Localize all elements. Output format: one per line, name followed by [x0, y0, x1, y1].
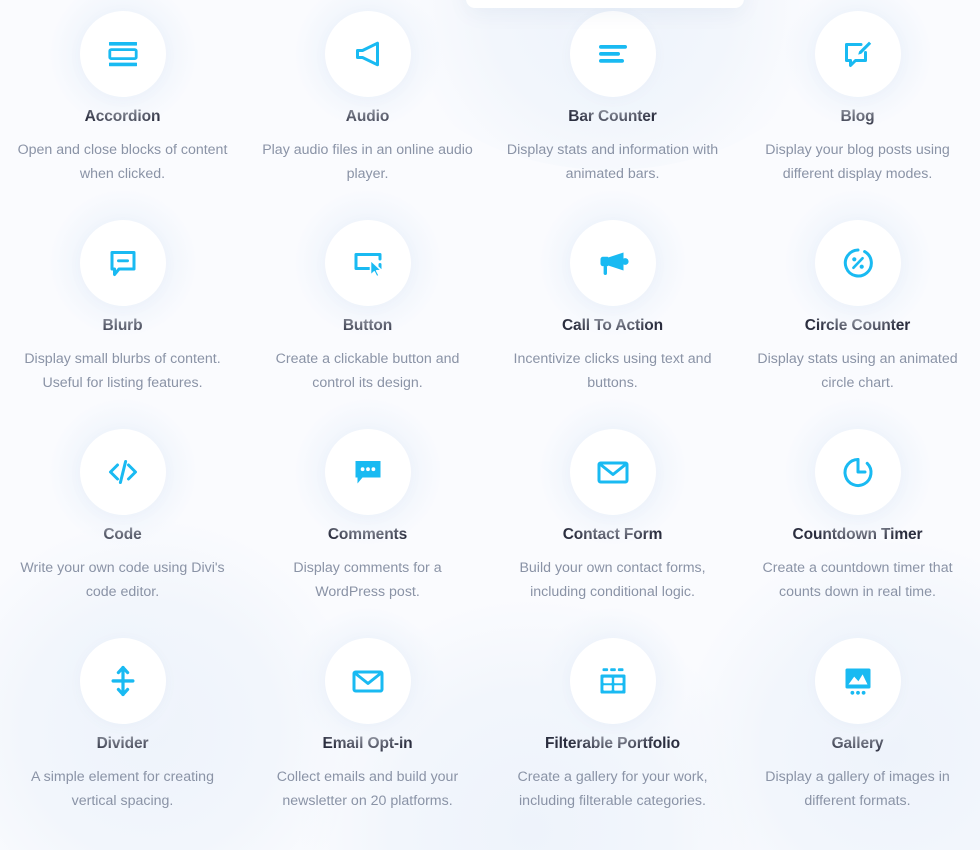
icon-container — [567, 217, 659, 309]
megaphone-icon — [595, 245, 631, 281]
module-card-circle-counter[interactable]: Circle Counter Display stats using an an… — [735, 217, 980, 426]
icon-container — [77, 217, 169, 309]
module-description: Display stats using an animated circle c… — [757, 350, 958, 392]
module-description: Open and close blocks of content when cl… — [17, 141, 228, 183]
module-card-comments[interactable]: Comments Display comments for a WordPres… — [245, 426, 490, 635]
filterable-grid-icon — [595, 663, 631, 699]
icon-container — [812, 217, 904, 309]
button-cursor-icon — [350, 245, 386, 281]
divider-arrows-icon — [105, 663, 141, 699]
bar-counter-icon — [595, 36, 631, 72]
module-card-contact-form[interactable]: Contact Form Build your own contact form… — [490, 426, 735, 635]
clock-timer-icon — [840, 454, 876, 490]
icon-container — [322, 635, 414, 727]
module-card-bar-counter[interactable]: Bar Counter Display stats and informatio… — [490, 8, 735, 217]
icon-container — [77, 426, 169, 518]
module-description: Collect emails and build your newsletter… — [276, 768, 459, 810]
module-card-code[interactable]: Code Write your own code using Divi's co… — [0, 426, 245, 635]
icon-container — [77, 8, 169, 100]
envelope-icon — [350, 663, 386, 699]
module-card-accordion[interactable]: Accordion Open and close blocks of conte… — [0, 8, 245, 217]
icon-container — [567, 635, 659, 727]
icon-container — [567, 8, 659, 100]
module-description: Build your own contact forms, including … — [519, 559, 706, 601]
module-card-blog[interactable]: Blog Display your blog posts using diffe… — [735, 8, 980, 217]
module-card-call-to-action[interactable]: Call To Action Incentivize clicks using … — [490, 217, 735, 426]
gallery-image-icon — [840, 663, 876, 699]
module-description: Display stats and information with anima… — [506, 141, 719, 183]
modules-grid: Accordion Open and close blocks of conte… — [0, 0, 980, 844]
module-description: Display your blog posts using different … — [765, 141, 950, 183]
module-description: Create a gallery for your work, includin… — [517, 768, 708, 810]
icon-container — [322, 426, 414, 518]
icon-container — [567, 426, 659, 518]
icon-container — [812, 426, 904, 518]
blog-pencil-icon — [840, 36, 876, 72]
module-card-filterable-portfolio[interactable]: Filterable Portfolio Create a gallery fo… — [490, 635, 735, 844]
icon-container — [322, 8, 414, 100]
module-card-blurb[interactable]: Blurb Display small blurbs of content. U… — [0, 217, 245, 426]
module-card-countdown-timer[interactable]: Countdown Timer Create a countdown timer… — [735, 426, 980, 635]
module-description: Display a gallery of images in different… — [765, 768, 950, 810]
envelope-icon — [595, 454, 631, 490]
module-description: Play audio files in an online audio play… — [262, 141, 473, 183]
module-description: Write your own code using Divi's code ed… — [20, 559, 225, 601]
module-card-audio[interactable]: Audio Play audio files in an online audi… — [245, 8, 490, 217]
accordion-icon — [105, 36, 141, 72]
module-description: Incentivize clicks using text and button… — [513, 350, 712, 392]
icon-container — [812, 635, 904, 727]
module-card-divider[interactable]: Divider A simple element for creating ve… — [0, 635, 245, 844]
module-description: Display comments for a WordPress post. — [293, 559, 442, 601]
circle-percent-icon — [840, 245, 876, 281]
module-card-button[interactable]: Button Create a clickable button and con… — [245, 217, 490, 426]
module-description: Display small blurbs of content. Useful … — [24, 350, 221, 392]
top-floating-card — [466, 0, 744, 8]
icon-container — [77, 635, 169, 727]
module-description: Create a clickable button and control it… — [275, 350, 460, 392]
module-card-email-optin[interactable]: Email Opt-in Collect emails and build yo… — [245, 635, 490, 844]
blurb-speech-bubble-icon — [105, 245, 141, 281]
code-brackets-icon — [105, 454, 141, 490]
module-description: A simple element for creating vertical s… — [31, 768, 214, 810]
module-card-gallery[interactable]: Gallery Display a gallery of images in d… — [735, 635, 980, 844]
audio-speaker-icon — [350, 36, 386, 72]
module-description: Create a countdown timer that counts dow… — [762, 559, 953, 601]
icon-container — [322, 217, 414, 309]
icon-container — [812, 8, 904, 100]
comments-bubble-icon — [350, 454, 386, 490]
